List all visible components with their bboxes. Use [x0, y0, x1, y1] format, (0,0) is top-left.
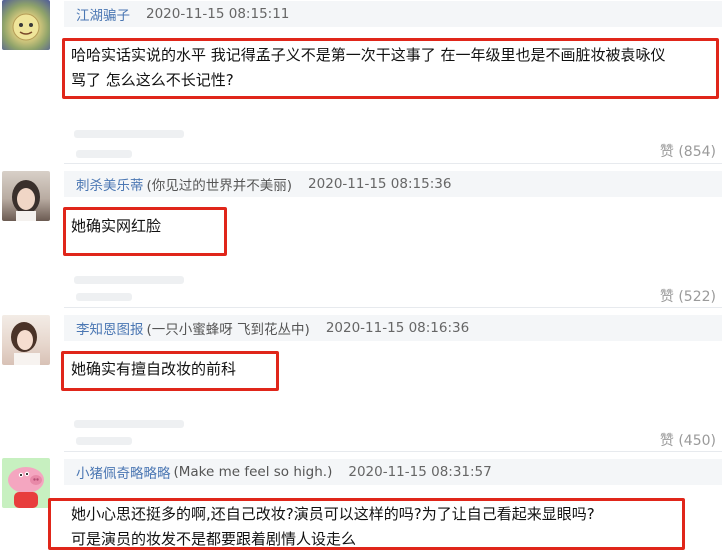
like-button[interactable]: 赞 (522) [660, 286, 716, 306]
blurred-reply [74, 276, 184, 284]
user-signature: (Make me feel so high.) [173, 464, 333, 480]
comment-text: 哈哈实话实说的水平 我记得孟子义不是第一次干这事了 在一年级里也是不画脏妆被袁咏… [71, 46, 666, 89]
avatar[interactable] [2, 171, 50, 221]
comment-header: 刺杀美乐蒂 (你见过的世界并不美丽) 2020-11-15 08:15:36 [64, 171, 722, 197]
blurred-reply [76, 293, 132, 301]
comment-text: 她确实有擅自改妆的前科 [71, 360, 237, 378]
avatar[interactable] [2, 458, 50, 508]
comment-text: 她小心思还挺多的啊,还自己改妆?演员可以这样的吗?为了让自己看起来显眼吗? 可是… [71, 505, 595, 548]
comment-header: 小猪佩奇略略略 (Make me feel so high.) 2020-11-… [64, 459, 722, 485]
timestamp: 2020-11-15 08:15:36 [308, 176, 452, 192]
timestamp: 2020-11-15 08:16:36 [325, 320, 470, 336]
blurred-reply [76, 437, 132, 445]
timestamp: 2020-11-15 08:31:57 [348, 464, 492, 480]
comment-text: 她确实网红脸 [71, 217, 162, 235]
blurred-reply [76, 150, 132, 158]
avatar[interactable] [2, 315, 50, 365]
comment-header: 江湖骗子 2020-11-15 08:15:11 [64, 1, 722, 27]
like-button[interactable]: 赞 (450) [660, 430, 716, 450]
like-button[interactable]: 赞 (854) [660, 141, 716, 161]
divider [64, 451, 722, 452]
divider [64, 307, 722, 308]
timestamp: 2020-11-15 08:15:11 [146, 6, 290, 22]
blurred-reply [74, 420, 184, 428]
user-signature: (你见过的世界并不美丽) [146, 178, 293, 194]
divider [64, 163, 722, 164]
avatar[interactable] [2, 0, 50, 50]
blurred-reply [74, 130, 184, 138]
user-signature: (一只小蜜蜂呀 飞到花丛中) [146, 322, 310, 338]
comment-header: 李知恩图报 (一只小蜜蜂呀 飞到花丛中) 2020-11-15 08:16:36 [64, 315, 722, 341]
username[interactable]: 刺杀美乐蒂 [76, 174, 144, 194]
username[interactable]: 江湖骗子 [76, 4, 130, 24]
username[interactable]: 小猪佩奇略略略 [76, 462, 171, 482]
username[interactable]: 李知恩图报 [76, 318, 144, 338]
